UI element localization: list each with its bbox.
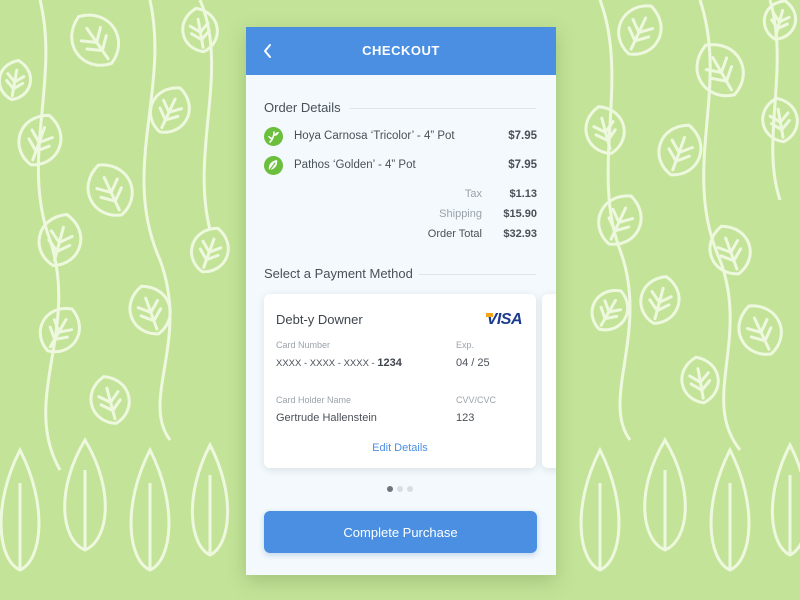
exp-value: 04 / 25 [456, 357, 490, 369]
divider [419, 274, 536, 275]
leaf-icon [264, 156, 283, 175]
pager-dot[interactable] [407, 486, 413, 492]
exp-label: Exp. [456, 340, 475, 350]
complete-purchase-button[interactable]: Complete Purchase [264, 511, 537, 553]
tax-value: $1.13 [509, 188, 537, 200]
item-name: Pathos ‘Golden’ - 4” Pot [294, 159, 416, 171]
pager-dot[interactable] [397, 486, 403, 492]
edit-details-link[interactable]: Edit Details [264, 442, 536, 454]
order-item: Pathos ‘Golden’ - 4” Pot $7.95 [264, 156, 537, 176]
order-total-value: $32.93 [503, 228, 537, 240]
shipping-row: Shipping $15.90 [264, 208, 537, 224]
cvv-label: CVV/CVC [456, 395, 497, 405]
card-number-value: XXXX - XXXX - XXXX - 1234 [276, 357, 402, 369]
card-holder-value: Gertrude Hallenstein [276, 412, 377, 424]
card-holder-label: Card Holder Name [276, 395, 352, 405]
checkout-screen: CHECKOUT Order Details Hoya Carnosa ‘Tri… [246, 27, 556, 575]
payment-card[interactable]: Debt-y Downer VISA Card Number XXXX - XX… [264, 294, 536, 468]
cvv-value: 123 [456, 412, 475, 424]
card-pager [387, 486, 417, 492]
order-item: Hoya Carnosa ‘Tricolor’ - 4” Pot $7.95 [264, 127, 537, 147]
header-bar: CHECKOUT [246, 27, 556, 75]
order-total-label: Order Total [427, 228, 482, 240]
order-details-heading: Order Details [264, 100, 341, 115]
tax-row: Tax $1.13 [264, 188, 537, 204]
card-nickname: Debt-y Downer [276, 312, 363, 327]
item-price: $7.95 [508, 159, 537, 171]
tax-label: Tax [464, 188, 482, 200]
page-title: CHECKOUT [362, 43, 440, 58]
item-name: Hoya Carnosa ‘Tricolor’ - 4” Pot [294, 130, 455, 142]
order-total-row: Order Total $32.93 [264, 228, 537, 244]
shipping-value: $15.90 [503, 208, 537, 220]
pager-dot[interactable] [387, 486, 393, 492]
item-price: $7.95 [508, 130, 537, 142]
payment-method-heading: Select a Payment Method [264, 266, 413, 281]
visa-logo: VISA [485, 311, 523, 328]
next-payment-card[interactable] [542, 294, 556, 468]
shipping-label: Shipping [439, 208, 482, 220]
divider [350, 108, 536, 109]
card-number-label: Card Number [276, 340, 331, 350]
plant-sprout-icon [264, 127, 283, 146]
